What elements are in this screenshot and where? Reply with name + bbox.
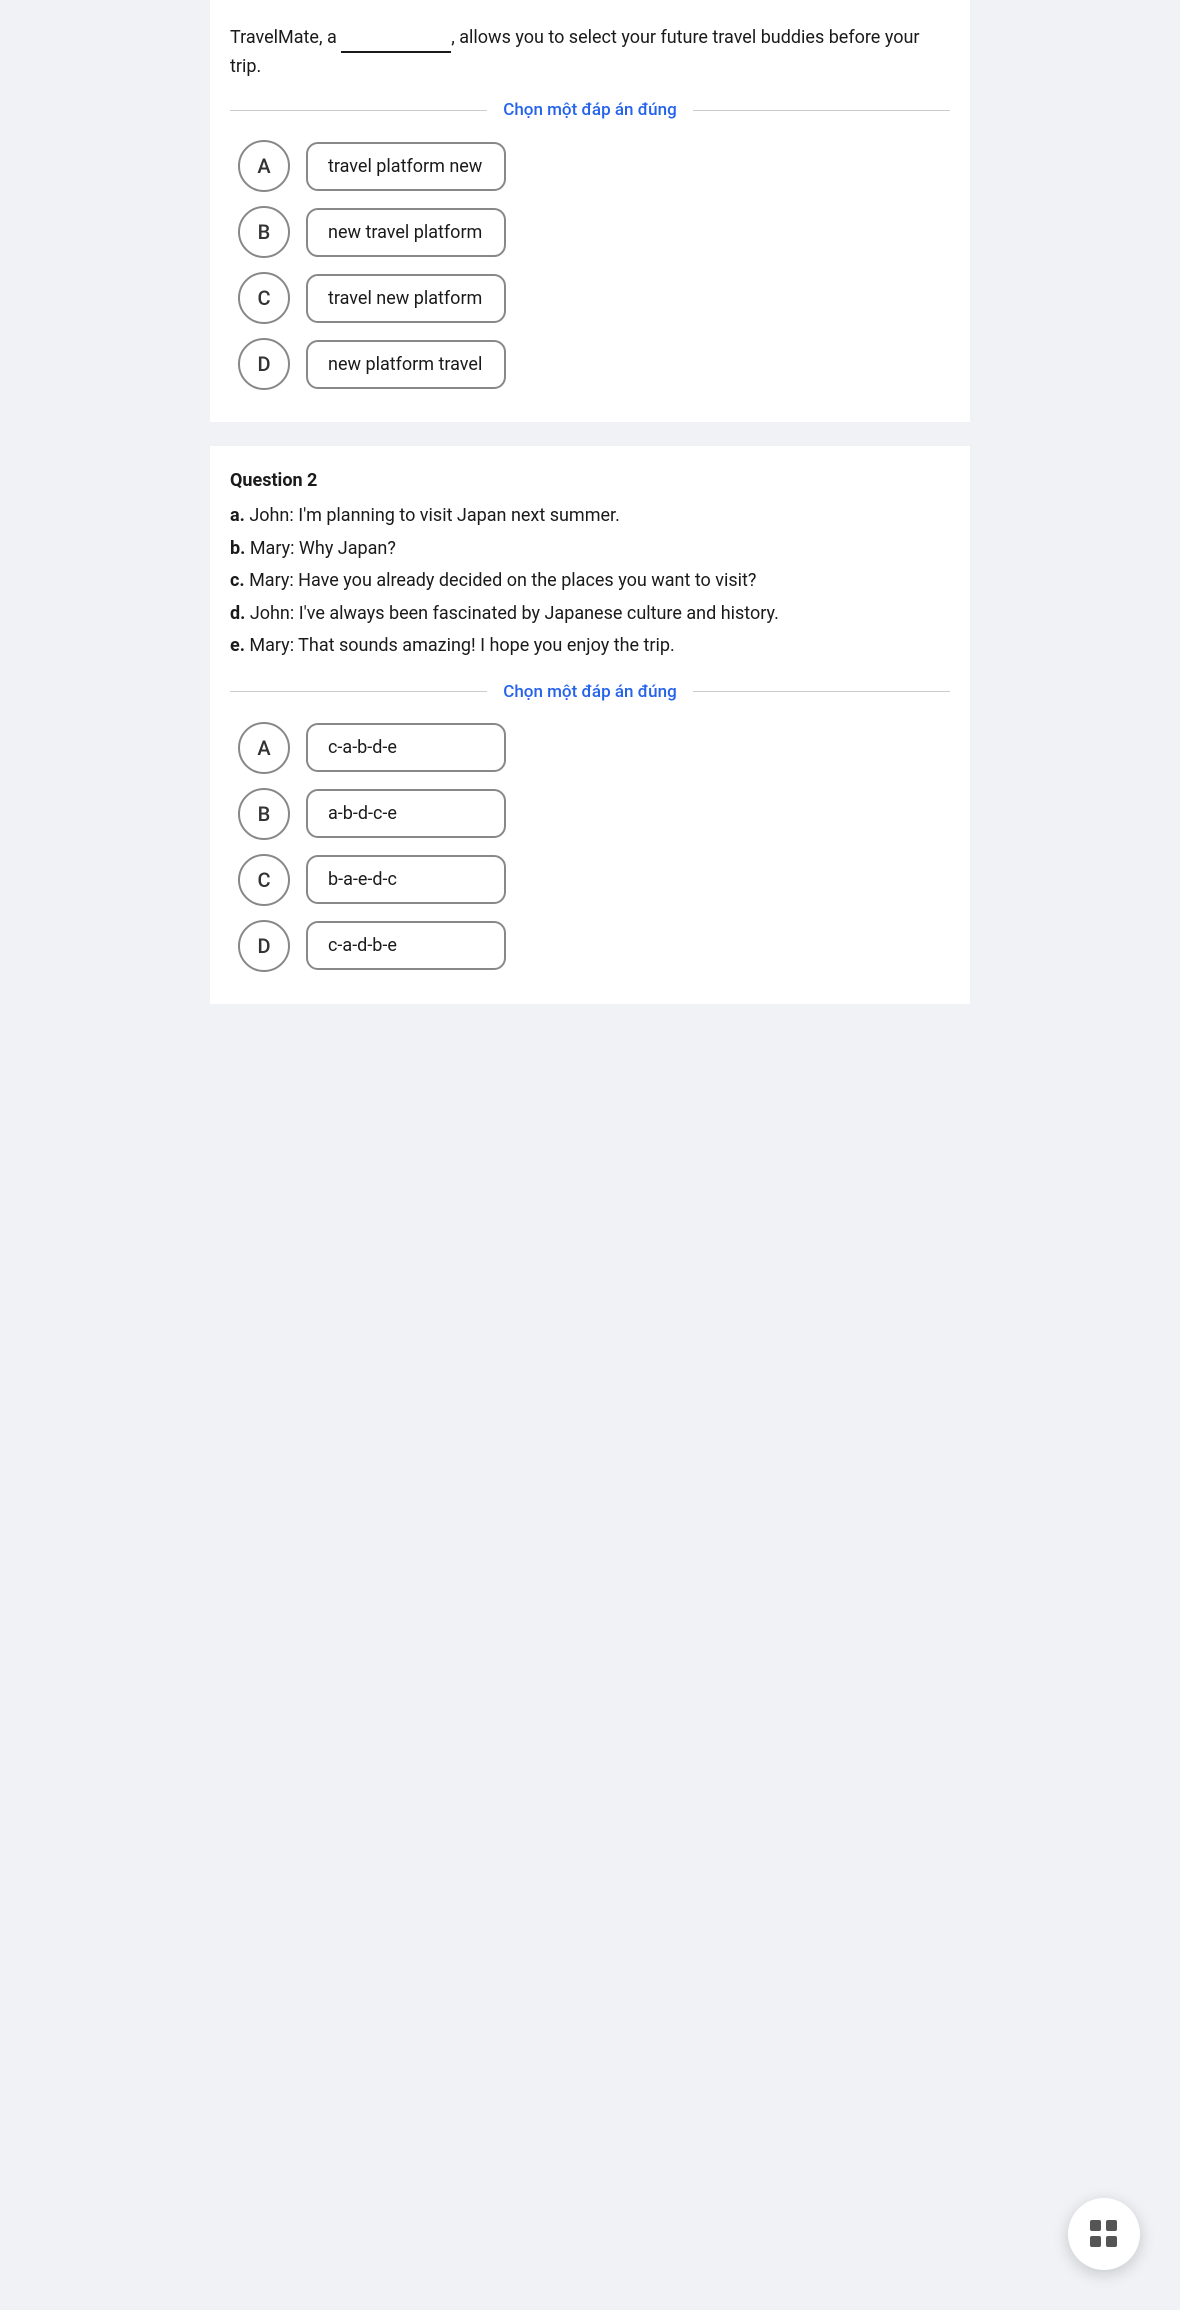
grid-dot-1 (1090, 2220, 1101, 2231)
question2-divider: Chọn một đáp án đúng (230, 682, 950, 702)
question1-option-d[interactable]: D new platform travel (238, 338, 942, 390)
option-b-circle: B (238, 206, 290, 258)
q2-option-a-circle: A (238, 722, 290, 774)
question2-option-d[interactable]: D c-a-d-b-e (238, 920, 942, 972)
question2-card: Question 2 a. John: I'm planning to visi… (210, 446, 970, 1004)
q2-option-c-circle: C (238, 854, 290, 906)
q2-option-b-circle: B (238, 788, 290, 840)
q2-line-d: d. John: I've always been fascinated by … (230, 599, 950, 630)
question2-option-c[interactable]: C b-a-e-d-c (238, 854, 942, 906)
question2-body: a. John: I'm planning to visit Japan nex… (230, 501, 950, 662)
question1-intro: TravelMate, a , allows you to select you… (230, 24, 950, 80)
question1-choose-label: Chọn một đáp án đúng (487, 100, 693, 120)
q2-line-b: b. Mary: Why Japan? (230, 534, 950, 565)
option-b-box: new travel platform (306, 208, 506, 257)
q2-option-d-circle: D (238, 920, 290, 972)
question1-card: TravelMate, a , allows you to select you… (210, 0, 970, 422)
option-c-circle: C (238, 272, 290, 324)
option-d-box: new platform travel (306, 340, 506, 389)
divider-line-left (230, 110, 487, 111)
q2-option-b-box: a-b-d-c-e (306, 789, 506, 838)
question2-options: A c-a-b-d-e B a-b-d-c-e C b-a-e-d-c D c-… (230, 722, 950, 972)
grid-dot-3 (1090, 2236, 1101, 2247)
divider-line-right (693, 110, 950, 111)
q2-option-a-box: c-a-b-d-e (306, 723, 506, 772)
grid-icon (1090, 2220, 1118, 2248)
option-c-box: travel new platform (306, 274, 506, 323)
divider2-line-right (693, 691, 950, 692)
grid-dot-2 (1106, 2220, 1117, 2231)
question1-option-a[interactable]: A travel platform new (238, 140, 942, 192)
question1-option-b[interactable]: B new travel platform (238, 206, 942, 258)
option-a-box: travel platform new (306, 142, 506, 191)
question2-label: Question 2 (230, 470, 950, 491)
q2-option-d-box: c-a-d-b-e (306, 921, 506, 970)
question1-options: A travel platform new B new travel platf… (230, 140, 950, 390)
question2-option-a[interactable]: A c-a-b-d-e (238, 722, 942, 774)
fab-button[interactable] (1068, 2198, 1140, 2270)
divider2-line-left (230, 691, 487, 692)
q2-line-a: a. John: I'm planning to visit Japan nex… (230, 501, 950, 532)
q2-line-e: e. Mary: That sounds amazing! I hope you… (230, 631, 950, 662)
option-d-circle: D (238, 338, 290, 390)
q2-option-c-box: b-a-e-d-c (306, 855, 506, 904)
intro-blank (341, 24, 451, 53)
question2-choose-label: Chọn một đáp án đúng (487, 682, 693, 702)
intro-before: TravelMate, a (230, 27, 341, 48)
question2-option-b[interactable]: B a-b-d-c-e (238, 788, 942, 840)
option-a-circle: A (238, 140, 290, 192)
question1-option-c[interactable]: C travel new platform (238, 272, 942, 324)
section-separator (210, 434, 970, 446)
q2-line-c: c. Mary: Have you already decided on the… (230, 566, 950, 597)
grid-dot-4 (1106, 2236, 1117, 2247)
question1-divider: Chọn một đáp án đúng (230, 100, 950, 120)
